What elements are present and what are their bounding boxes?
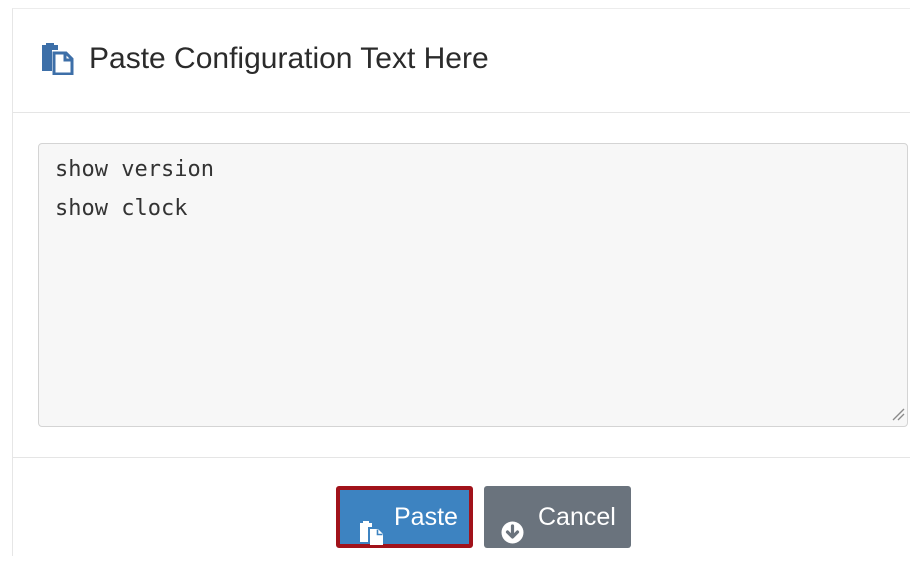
paste-button[interactable]: Paste	[336, 486, 473, 548]
dialog-footer: Paste Cancel	[13, 457, 910, 557]
dialog-body: show version show clock	[13, 113, 910, 457]
dialog-header: Paste Configuration Text Here	[13, 9, 910, 113]
config-text-area[interactable]: show version show clock	[38, 143, 908, 427]
cancel-button[interactable]: Cancel	[484, 486, 631, 548]
dialog-title: Paste Configuration Text Here	[89, 42, 489, 75]
paste-icon	[359, 506, 384, 545]
paste-icon	[40, 43, 74, 76]
circle-arrow-down-icon	[501, 505, 524, 544]
paste-config-dialog: Paste Configuration Text Here show versi…	[12, 8, 910, 556]
paste-button-label: Paste	[394, 503, 458, 531]
cancel-button-label: Cancel	[538, 503, 616, 531]
resize-grip-icon[interactable]	[891, 407, 905, 421]
